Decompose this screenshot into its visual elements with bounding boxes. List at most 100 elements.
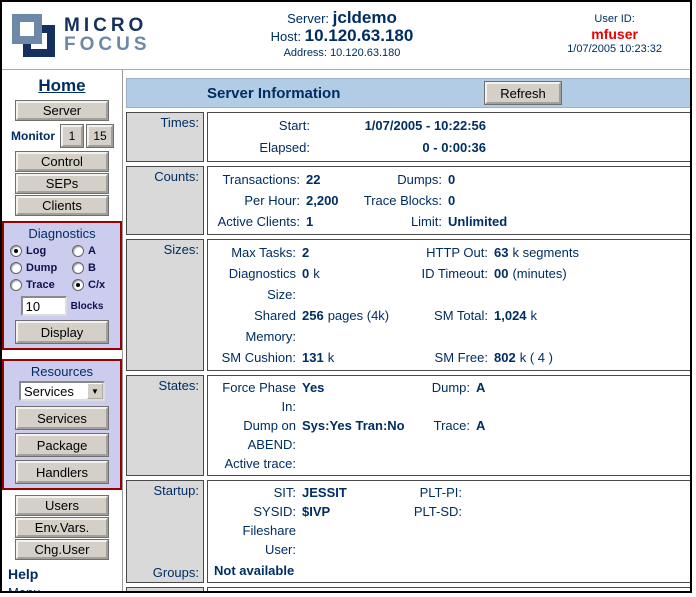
resources-dropdown-value: Services	[21, 384, 87, 399]
dump-on-abend-label: Dump on ABEND:	[214, 416, 296, 454]
active-clients-value: 1	[300, 211, 362, 232]
radio-dump[interactable]	[10, 262, 22, 274]
menu-link[interactable]: Menu	[8, 585, 41, 593]
states-section-label: States:	[126, 375, 204, 476]
monitor-label: Monitor	[11, 129, 55, 143]
sm-free-label: SM Free:	[402, 347, 488, 368]
main-panel: Server Information Refresh Times: Start:…	[123, 70, 692, 592]
start-value: 1/07/2005 - 10:22:56	[310, 115, 486, 137]
blocks-input[interactable]	[21, 296, 67, 316]
page-title: Server Information	[207, 85, 340, 102]
plt-sd-value	[462, 502, 692, 521]
page-header: MICRO FOCUS Server: jcldemo Host: 10.120…	[2, 2, 690, 70]
radio-trace-label: Trace	[26, 279, 55, 291]
logo-text-micro: MICRO	[64, 16, 151, 35]
id-timeout-value: 00(minutes)	[488, 263, 692, 305]
force-phase-in-label: Force Phase In:	[214, 378, 296, 416]
monitor-15-button[interactable]: 15	[87, 125, 113, 147]
per-hour-value: 2,200	[300, 190, 362, 211]
envvars-button[interactable]: Env.Vars.	[16, 518, 108, 537]
resources-box: Resources Services ▼ Services Package Ha…	[2, 359, 122, 490]
user-id-value: mfuser	[567, 27, 662, 42]
display-button[interactable]: Display	[16, 321, 108, 343]
startup-section-label: Startup: Groups:	[126, 480, 204, 583]
elapsed-label: Elapsed:	[214, 137, 310, 159]
avg-task-label: Avg. Task(ms):	[351, 590, 423, 593]
app-window: MICRO FOCUS Server: jcldemo Host: 10.120…	[0, 0, 692, 593]
diagnostics-box: Diagnostics Log A Dump B Trace C/x Block…	[2, 221, 122, 350]
package-button[interactable]: Package	[16, 434, 108, 456]
fileshare-user-value	[296, 521, 396, 559]
sysid-label: SYSID:	[214, 502, 296, 521]
server-name: jcldemo	[333, 8, 397, 27]
sidebar: Home Server Monitor 1 15 Control SEPs Cl…	[2, 70, 123, 592]
radio-log-label: Log	[26, 245, 46, 257]
shared-memory-value: 256pages (4k)	[296, 305, 402, 347]
sm-cushion-label: SM Cushion:	[214, 347, 296, 368]
dump-state-value: A	[470, 378, 692, 416]
per-hour-label: Per Hour:	[214, 190, 300, 211]
active-clients-label: Active Clients:	[214, 211, 300, 232]
radio-b[interactable]	[72, 262, 84, 274]
chguser-button[interactable]: Chg.User	[16, 540, 108, 559]
resources-title: Resources	[31, 364, 93, 379]
counts-section-label: Counts:	[126, 166, 204, 235]
address-label: Address:	[284, 47, 327, 59]
id-timeout-label: ID Timeout:	[402, 263, 488, 305]
services-button[interactable]: Services	[16, 407, 108, 429]
control-button[interactable]: Control	[16, 152, 108, 171]
resources-dropdown[interactable]: Services ▼	[19, 381, 105, 401]
monitor-row: Monitor 1 15	[11, 125, 113, 147]
active-trace-label: Active trace:	[214, 454, 296, 473]
limit-label: Limit:	[362, 211, 442, 232]
users-button[interactable]: Users	[16, 496, 108, 515]
blocks-row: Blocks	[21, 296, 104, 316]
clients-button[interactable]: Clients	[16, 196, 108, 215]
trace-blocks-value: 0	[442, 190, 692, 211]
sit-label: SIT:	[214, 483, 296, 502]
radio-cx[interactable]	[72, 279, 84, 291]
start-label: Start:	[214, 115, 310, 137]
dump-state-label: Dump:	[402, 378, 470, 416]
radio-log[interactable]	[10, 245, 22, 257]
startup-label: Startup:	[131, 483, 199, 498]
sm-total-value: 1,024k	[488, 305, 692, 347]
sm-free-value: 802k ( 4 )	[488, 347, 692, 368]
home-link[interactable]: Home	[38, 76, 85, 96]
title-bar-top: Server Information Refresh	[126, 78, 692, 108]
diagnostics-size-value: 0k	[296, 263, 402, 305]
blocks-label: Blocks	[71, 301, 104, 312]
refresh-button-top[interactable]: Refresh	[485, 82, 561, 104]
server-label: Server:	[287, 11, 329, 26]
diagnostics-size-label: Diagnostics Size:	[214, 263, 296, 305]
sm-total-label: SM Total:	[402, 305, 488, 347]
avg-latency-label: Avg. Latency(ms):	[228, 590, 316, 593]
seps-button[interactable]: SEPs	[16, 174, 108, 193]
times-row: Times: Start: 1/07/2005 - 10:22:56 Elaps…	[126, 112, 692, 162]
plt-sd-label: PLT-SD:	[396, 502, 462, 521]
sysid-value: $IVP	[296, 502, 396, 521]
max-tasks-value: 2	[296, 242, 402, 263]
activity-row: Activity: Avg. Latency(ms): Avg. Task(ms…	[126, 587, 692, 593]
radio-trace[interactable]	[10, 279, 22, 291]
radio-a[interactable]	[72, 245, 84, 257]
startup-row: Startup: Groups: SIT: JESSIT PLT-PI: SYS…	[126, 480, 692, 583]
diagnostics-title: Diagnostics	[28, 226, 95, 241]
sit-value: JESSIT	[296, 483, 396, 502]
trace-blocks-label: Trace Blocks:	[362, 190, 442, 211]
task-per-sec-label: Task/sec:	[508, 590, 554, 593]
shared-memory-label: Shared Memory:	[214, 305, 296, 347]
force-phase-in-value: Yes	[296, 378, 402, 416]
handlers-button[interactable]: Handlers	[16, 461, 108, 483]
dump-on-abend-value: Sys:Yes Tran:No	[296, 416, 402, 454]
radio-cx-label: C/x	[88, 279, 105, 291]
groups-label: Groups:	[131, 565, 199, 580]
max-tasks-label: Max Tasks:	[214, 242, 296, 263]
elapsed-value: 0 - 0:00:36	[310, 137, 486, 159]
monitor-1-button[interactable]: 1	[61, 125, 83, 147]
chevron-down-icon[interactable]: ▼	[87, 383, 103, 399]
server-button[interactable]: Server	[16, 101, 108, 120]
states-row: States: Force Phase In: Yes Dump: A Dump…	[126, 375, 692, 476]
sizes-section-label: Sizes:	[126, 239, 204, 371]
transactions-value: 22	[300, 169, 362, 190]
